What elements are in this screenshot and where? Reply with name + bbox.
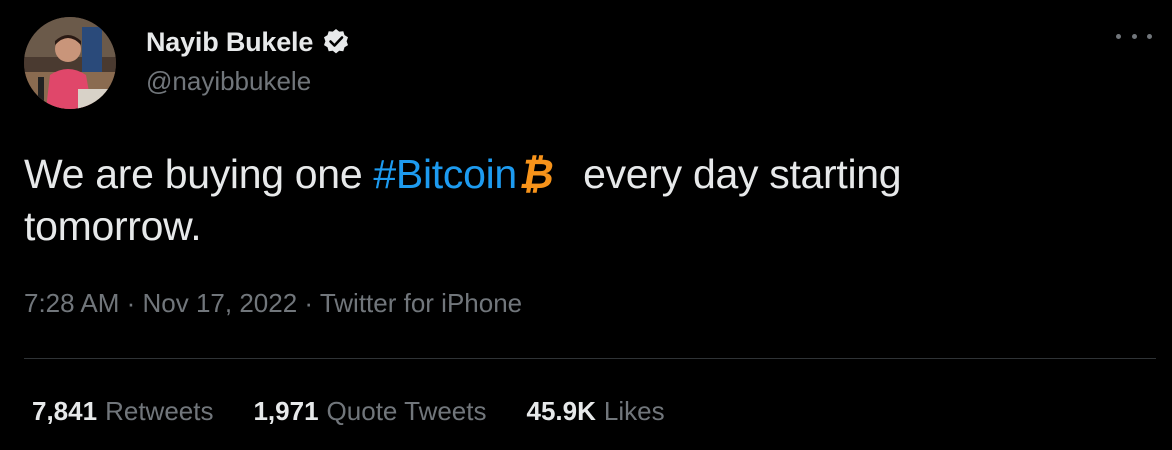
- tweet-source[interactable]: Twitter for iPhone: [320, 288, 522, 318]
- hashtag-link[interactable]: #Bitcoin: [373, 151, 517, 197]
- tweet-date[interactable]: Nov 17, 2022: [143, 288, 298, 318]
- meta-separator: ·: [119, 288, 143, 318]
- more-dot: [1131, 33, 1137, 39]
- author-avatar[interactable]: [24, 17, 116, 109]
- divider: [24, 358, 1156, 359]
- tweet-text: We are buying one #Bitcoin₿ every day st…: [24, 148, 1024, 252]
- meta-separator: ·: [297, 288, 320, 318]
- author-name-row: Nayib Bukele: [146, 24, 351, 60]
- tweet-stats: 7,841 Retweets 1,971 Quote Tweets 45.9K …: [32, 396, 705, 427]
- likes-label: Likes: [603, 396, 665, 426]
- author-name[interactable]: Nayib Bukele: [146, 27, 313, 58]
- more-options-icon[interactable]: [1116, 24, 1152, 48]
- tweet-card: Nayib Bukele @nayibbukele We are buying …: [0, 0, 1172, 450]
- retweets-label: Retweets: [105, 396, 214, 426]
- author-handle[interactable]: @nayibbukele: [146, 66, 351, 97]
- quote-tweets-count: 1,971: [253, 396, 319, 426]
- avatar-photo-icon: [24, 17, 116, 109]
- verified-badge-icon: [321, 27, 351, 57]
- more-dot: [1116, 33, 1121, 39]
- retweets-stat[interactable]: 7,841 Retweets: [32, 396, 213, 427]
- quote-tweets-label: Quote Tweets: [326, 396, 487, 426]
- tweet-time[interactable]: 7:28 AM: [24, 288, 119, 318]
- tweet-text-before: We are buying one: [24, 151, 374, 197]
- quote-tweets-stat[interactable]: 1,971 Quote Tweets: [253, 396, 486, 427]
- tweet-meta: 7:28 AM · Nov 17, 2022 · Twitter for iPh…: [24, 288, 522, 319]
- retweets-count: 7,841: [32, 396, 98, 426]
- bitcoin-emoji-icon: ₿: [516, 151, 559, 197]
- likes-stat[interactable]: 45.9K Likes: [527, 396, 665, 427]
- author-info: Nayib Bukele @nayibbukele: [146, 24, 351, 97]
- likes-count: 45.9K: [526, 396, 596, 426]
- more-dot: [1147, 33, 1152, 39]
